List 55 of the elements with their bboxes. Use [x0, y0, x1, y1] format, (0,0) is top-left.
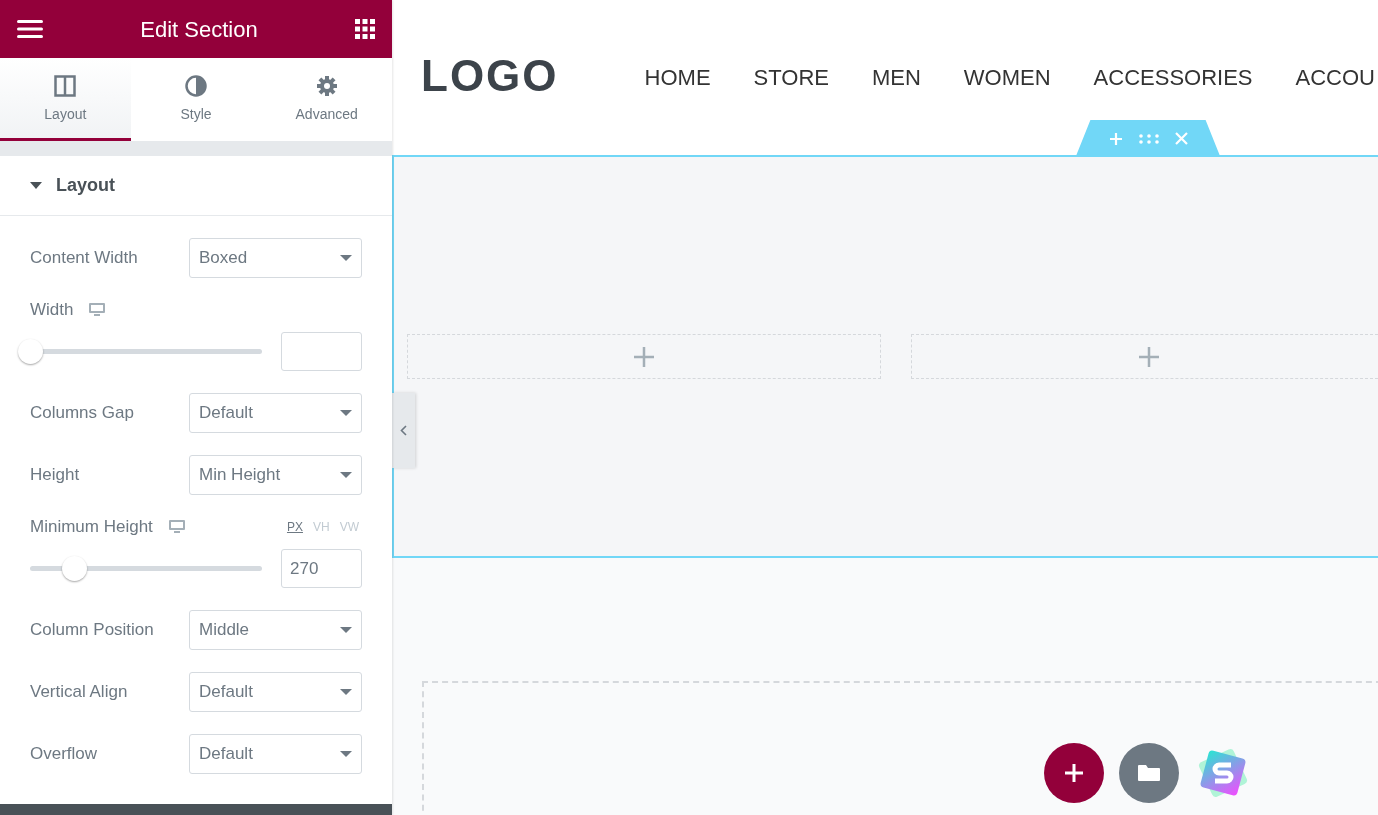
number-field[interactable]: 270 [281, 549, 362, 588]
settings-icon [315, 75, 338, 97]
monitor-icon[interactable] [168, 520, 185, 534]
caret-icon [340, 472, 352, 478]
control-label: Columns Gap [30, 402, 134, 425]
nav-link[interactable]: ACCOU [1295, 61, 1375, 94]
caret-icon [30, 182, 42, 189]
site-logo[interactable]: LOGO [421, 54, 559, 98]
control-label: Content Width [30, 247, 138, 270]
nav-link[interactable]: ACCESSORIES [1093, 61, 1253, 94]
control-label: Vertical Align [30, 681, 128, 704]
select-field[interactable]: Default [189, 734, 362, 774]
caret-icon [340, 410, 352, 416]
add-icon[interactable] [633, 345, 655, 368]
caret-icon [340, 255, 352, 261]
control-label: Column Position [30, 619, 154, 642]
folder-icon [1137, 763, 1161, 783]
column-placeholder[interactable] [911, 334, 1378, 379]
control-label: Height [30, 464, 80, 487]
nav-link[interactable]: STORE [753, 61, 829, 94]
grid-icon[interactable] [355, 19, 375, 39]
select-field[interactable]: Min Height [189, 455, 362, 495]
contrast-icon [185, 75, 207, 97]
monitor-icon[interactable] [89, 303, 106, 317]
panel-title: Edit Section [140, 15, 258, 44]
select-field[interactable]: Default [189, 672, 362, 712]
select-field[interactable]: Boxed [189, 238, 362, 278]
control-label: Overflow [30, 743, 98, 766]
unit-option[interactable]: PX [286, 518, 303, 536]
nav-link[interactable]: WOMEN [963, 61, 1051, 94]
section-title: Layout [56, 174, 115, 197]
chevron-left-icon[interactable] [400, 425, 407, 436]
column-placeholder[interactable] [407, 334, 881, 379]
caret-icon [340, 627, 352, 633]
add-icon[interactable] [1138, 345, 1160, 368]
drag-icon[interactable] [1138, 133, 1159, 144]
select-field[interactable]: Default [189, 393, 362, 433]
select-field[interactable]: Middle [189, 610, 362, 650]
add-section-button[interactable] [1044, 743, 1104, 803]
close-icon[interactable] [1174, 132, 1188, 145]
nav-link[interactable]: MEN [871, 61, 921, 94]
columns-icon [54, 75, 77, 97]
template-button[interactable] [1119, 743, 1179, 803]
nav-link[interactable]: HOME [644, 61, 711, 94]
caret-icon [340, 751, 352, 757]
panel-collapse-handle[interactable] [392, 393, 415, 468]
control-label: Width [30, 299, 74, 322]
menu-icon[interactable] [17, 20, 43, 38]
control-label: Minimum Height [30, 516, 153, 539]
slider-thumb[interactable] [18, 339, 43, 364]
slider-thumb[interactable] [62, 556, 88, 581]
number-field[interactable] [281, 332, 362, 371]
panel-tab[interactable]: Layout [0, 58, 131, 141]
add-icon [1064, 763, 1084, 783]
caret-icon [340, 689, 352, 695]
